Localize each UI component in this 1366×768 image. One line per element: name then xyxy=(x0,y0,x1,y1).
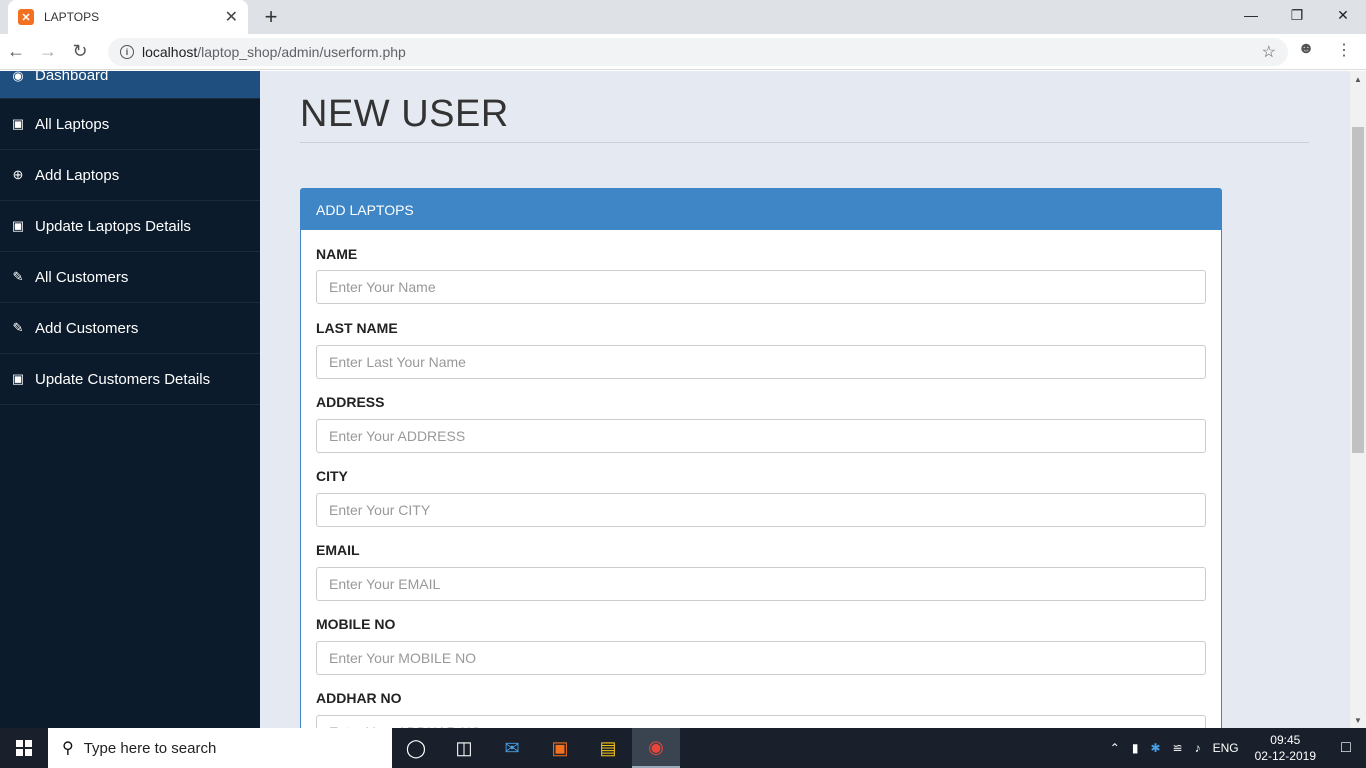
plus-circle-icon: ⊕ xyxy=(12,167,24,182)
xampp-favicon-icon: ✕ xyxy=(18,9,34,25)
mobile-no-input[interactable] xyxy=(316,641,1206,675)
edit-icon: ✎ xyxy=(12,269,24,284)
show-hidden-icons-icon[interactable]: ⌃ xyxy=(1110,741,1120,755)
dashboard-icon: ◉ xyxy=(12,71,24,83)
window-controls: — ❐ ✕ xyxy=(1228,0,1366,30)
sidebar-item-label: Add Laptops xyxy=(35,166,120,184)
page-scrollbar[interactable]: ▲ ▼ xyxy=(1350,71,1366,728)
sidebar-item-label: Add Customers xyxy=(35,319,139,337)
email-label: EMAIL xyxy=(316,542,360,558)
sidebar-item-label: All Laptops xyxy=(35,115,110,133)
sidebar-item-add-laptops[interactable]: ⊕ Add Laptops xyxy=(0,150,260,201)
browser-tab[interactable]: ✕ LAPTOPS ✕ xyxy=(8,0,248,34)
tab-close-icon[interactable]: ✕ xyxy=(225,7,238,27)
sidebar-item-add-customers[interactable]: ✎ Add Customers xyxy=(0,303,260,354)
address-input[interactable] xyxy=(316,419,1206,453)
omnibox[interactable]: i localhost/laptop_shop/admin/userform.p… xyxy=(108,38,1288,66)
desktop-icon: ▣ xyxy=(11,116,25,131)
last-name-input[interactable] xyxy=(316,345,1206,379)
page-title: NEW USER xyxy=(300,93,509,135)
forward-icon[interactable]: → xyxy=(32,36,64,68)
name-input[interactable] xyxy=(316,270,1206,304)
email-input[interactable] xyxy=(316,567,1206,601)
system-tray: ⌃ ▮ ✱ ≌ ♪ ENG 09:45 02-12-2019 □ xyxy=(1104,728,1366,768)
sidebar-item-label: Dashboard xyxy=(35,71,109,84)
sidebar-item-update-laptops[interactable]: ▣ Update Laptops Details xyxy=(0,201,260,252)
city-label: CITY xyxy=(316,468,348,484)
add-user-panel: ADD LAPTOPS NAME LAST NAME ADDRESS CITY … xyxy=(300,188,1222,728)
volume-icon[interactable]: ♪ xyxy=(1195,741,1201,755)
clock-date: 02-12-2019 xyxy=(1254,749,1316,763)
notifications-icon[interactable]: □ xyxy=(1326,728,1366,768)
back-icon[interactable]: ← xyxy=(0,36,32,68)
name-label: NAME xyxy=(316,246,358,262)
outlook-icon[interactable]: ✉ xyxy=(488,728,536,768)
wifi-icon[interactable]: ≌ xyxy=(1173,741,1183,755)
scroll-thumb[interactable] xyxy=(1352,127,1364,453)
close-window-icon[interactable]: ✕ xyxy=(1320,0,1366,30)
address-bar: ← → ↻ i localhost/laptop_shop/admin/user… xyxy=(0,34,1366,70)
sidebar: ◉ Dashboard ▣ All Laptops ⊕ Add Laptops … xyxy=(0,71,260,728)
cortana-icon[interactable]: ◯ xyxy=(392,728,440,768)
url-path: /laptop_shop/admin/userform.php xyxy=(197,44,406,60)
desktop-icon: ▣ xyxy=(11,218,25,233)
toolbar-right: ☻ ⋮ xyxy=(1294,40,1356,60)
clock-time: 09:45 xyxy=(1270,733,1301,747)
windows-taskbar: ⚲ Type here to search ◯ ◫ ✉ ▣ ▤ ◉ ⌃ ▮ ✱ … xyxy=(0,728,1366,768)
search-placeholder: Type here to search xyxy=(83,739,217,757)
main-content: NEW USER ADD LAPTOPS NAME LAST NAME ADDR… xyxy=(260,71,1350,728)
minimize-icon[interactable]: — xyxy=(1228,0,1274,30)
clock[interactable]: 09:45 02-12-2019 xyxy=(1255,732,1316,764)
bluetooth-icon[interactable]: ✱ xyxy=(1150,741,1160,755)
title-divider xyxy=(300,142,1309,143)
menu-kebab-icon[interactable]: ⋮ xyxy=(1332,40,1356,60)
restore-icon[interactable]: ❐ xyxy=(1274,0,1320,30)
url-host: localhost xyxy=(142,44,198,60)
xampp-icon[interactable]: ▣ xyxy=(536,728,584,768)
search-icon: ⚲ xyxy=(62,740,74,757)
sidebar-item-label: Update Laptops Details xyxy=(35,217,191,235)
file-explorer-icon[interactable]: ▤ xyxy=(584,728,632,768)
url-text[interactable]: localhost/laptop_shop/admin/userform.php xyxy=(142,44,1262,60)
edit-icon: ✎ xyxy=(12,320,24,335)
scroll-up-icon[interactable]: ▲ xyxy=(1350,71,1366,87)
start-button[interactable] xyxy=(0,728,48,768)
info-icon[interactable]: i xyxy=(120,45,134,59)
mobile-no-label: MOBILE NO xyxy=(316,616,396,632)
city-input[interactable] xyxy=(316,493,1206,527)
sidebar-item-all-laptops[interactable]: ▣ All Laptops xyxy=(0,99,260,150)
desktop-icon: ▣ xyxy=(11,371,25,386)
scroll-down-icon[interactable]: ▼ xyxy=(1350,712,1366,728)
battery-icon[interactable]: ▮ xyxy=(1132,741,1139,755)
sidebar-item-label: Update Customers Details xyxy=(35,370,211,388)
sidebar-item-all-customers[interactable]: ✎ All Customers xyxy=(0,252,260,303)
chrome-icon[interactable]: ◉ xyxy=(632,728,680,768)
sidebar-item-label: All Customers xyxy=(35,268,129,286)
windows-logo-icon xyxy=(16,740,32,756)
tab-title: LAPTOPS xyxy=(44,10,100,24)
browser-tab-strip: ✕ LAPTOPS ✕ + — ❐ ✕ xyxy=(0,0,1366,34)
taskbar-search[interactable]: ⚲ Type here to search xyxy=(48,728,392,768)
language-indicator[interactable]: ENG xyxy=(1213,741,1239,755)
panel-heading: ADD LAPTOPS xyxy=(301,189,1221,230)
last-name-label: LAST NAME xyxy=(316,320,398,336)
addhar-no-label: ADDHAR NO xyxy=(316,690,402,706)
task-view-icon[interactable]: ◫ xyxy=(440,728,488,768)
page-viewport: ◉ Dashboard ▣ All Laptops ⊕ Add Laptops … xyxy=(0,71,1366,728)
new-tab-button[interactable]: + xyxy=(258,4,284,30)
sidebar-item-update-customers[interactable]: ▣ Update Customers Details xyxy=(0,354,260,405)
address-label: ADDRESS xyxy=(316,394,385,410)
reload-icon[interactable]: ↻ xyxy=(64,36,96,68)
addhar-no-input[interactable] xyxy=(316,715,1206,728)
account-icon[interactable]: ☻ xyxy=(1294,40,1318,60)
bookmark-star-icon[interactable]: ☆ xyxy=(1262,42,1276,62)
sidebar-item-dashboard[interactable]: ◉ Dashboard xyxy=(0,71,260,99)
